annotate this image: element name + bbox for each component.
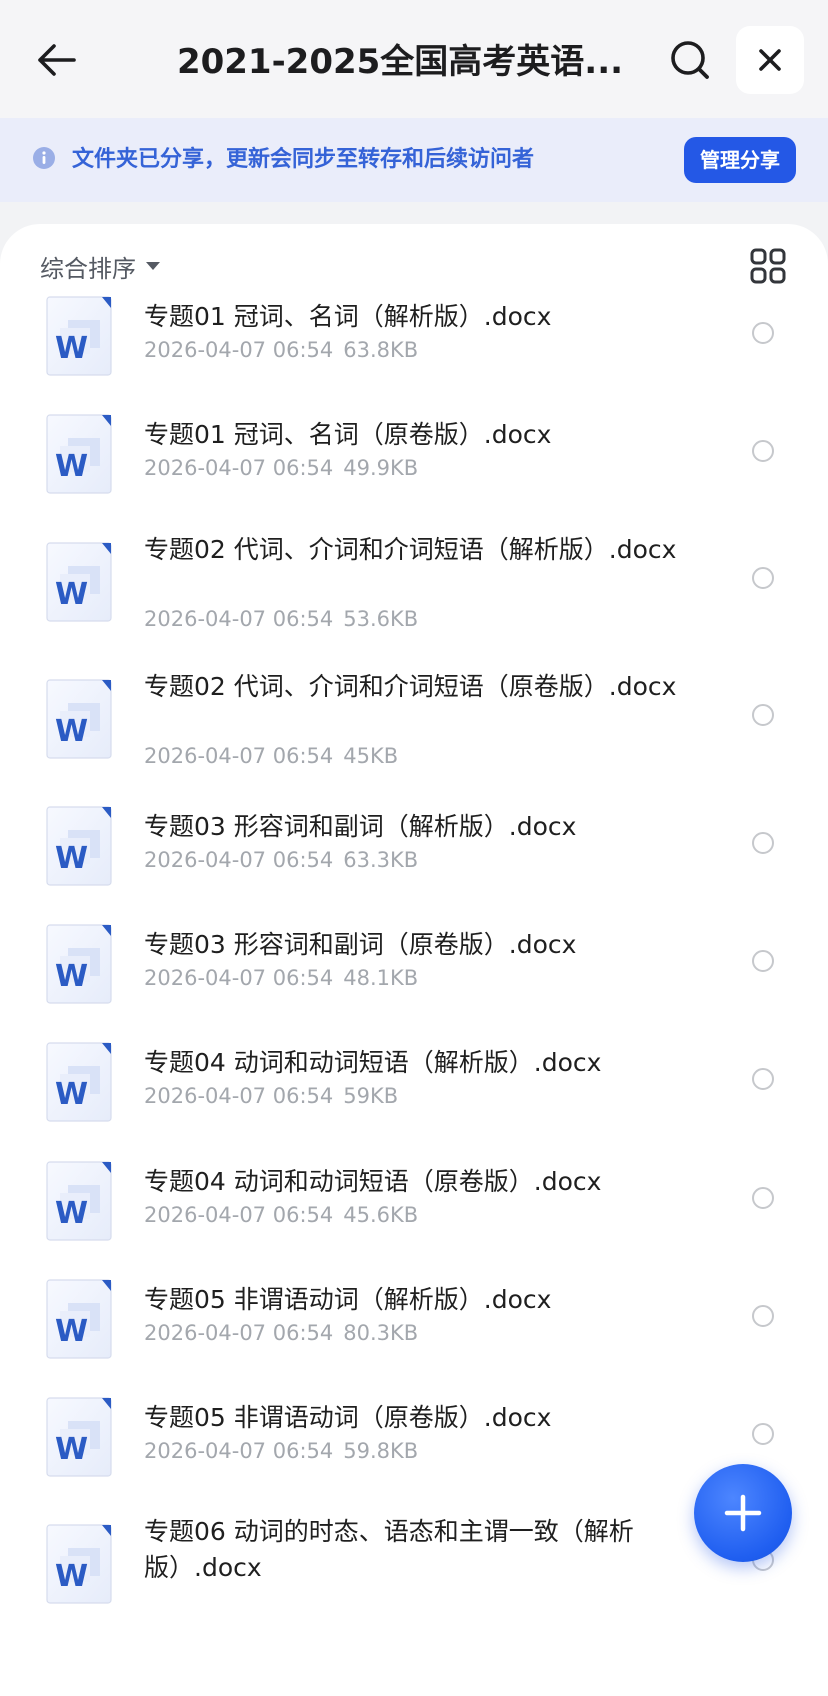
file-date: 2026-04-07 06:54	[144, 456, 334, 480]
select-checkbox[interactable]	[752, 322, 774, 344]
svg-text:W: W	[55, 1077, 88, 1112]
search-button[interactable]	[664, 34, 716, 86]
file-meta: 2026-04-07 06:54 63.8KB	[144, 335, 418, 365]
word-document-icon: W	[46, 1042, 112, 1122]
word-document-icon: W	[46, 1397, 112, 1477]
file-meta: 2026-04-07 06:54 80.3KB	[144, 1318, 418, 1348]
file-size: 45KB	[343, 744, 399, 768]
select-checkbox[interactable]	[752, 567, 774, 589]
word-document-icon: W	[46, 296, 112, 376]
file-name: 专题04 动词和动词短语（解析版）.docx	[144, 1048, 602, 1077]
file-name: 专题05 非谓语动词（原卷版）.docx	[144, 1403, 552, 1432]
file-meta: 2026-04-07 06:54 53.6KB	[144, 604, 418, 634]
select-checkbox[interactable]	[752, 1068, 774, 1090]
word-document-icon: W	[46, 806, 112, 886]
file-size: 63.8KB	[343, 338, 419, 362]
file-meta: 2026-04-07 06:54 49.9KB	[144, 453, 418, 483]
file-list-panel: 综合排序 W 专题01 冠词、名词（解析版）.docx 2026-04-07 06:…	[0, 224, 828, 1696]
file-name: 专题01 冠词、名词（原卷版）.docx	[144, 420, 552, 449]
file-size: 59.8KB	[343, 1439, 419, 1463]
back-button[interactable]	[28, 36, 84, 84]
file-size: 59KB	[343, 1084, 399, 1108]
file-name: 专题06 动词的时态、语态和主谓一致（解析版）.docx	[144, 1517, 634, 1582]
add-button[interactable]	[694, 1464, 792, 1562]
file-date: 2026-04-07 06:54	[144, 1203, 334, 1227]
sort-label: 综合排序	[40, 254, 136, 283]
svg-text:W: W	[55, 841, 88, 876]
svg-text:W: W	[55, 331, 88, 366]
select-checkbox[interactable]	[752, 704, 774, 726]
share-notice-text: 文件夹已分享，更新会同步至转存和后续访问者	[72, 147, 535, 172]
file-date: 2026-04-07 06:54	[144, 966, 334, 990]
file-name: 专题03 形容词和副词（原卷版）.docx	[144, 930, 577, 959]
svg-text:W: W	[55, 1559, 88, 1594]
file-size: 48.1KB	[343, 966, 419, 990]
file-meta: 2026-04-07 06:54 59.8KB	[144, 1436, 418, 1466]
word-document-icon: W	[46, 1524, 112, 1604]
file-name: 专题01 冠词、名词（解析版）.docx	[144, 302, 552, 331]
file-date: 2026-04-07 06:54	[144, 607, 334, 631]
svg-text:W: W	[55, 959, 88, 994]
file-name: 专题02 代词、介词和介词短语（解析版）.docx	[144, 535, 677, 564]
word-document-icon: W	[46, 542, 112, 622]
svg-text:W: W	[55, 449, 88, 484]
close-button[interactable]	[736, 26, 804, 94]
svg-text:W: W	[55, 1432, 88, 1467]
file-meta	[144, 1586, 154, 1616]
arrow-left-icon	[38, 44, 76, 76]
file-size: 45.6KB	[343, 1203, 419, 1227]
file-name: 专题02 代词、介词和介词短语（原卷版）.docx	[144, 672, 677, 701]
sort-dropdown[interactable]: 综合排序	[40, 246, 160, 286]
word-document-icon: W	[46, 414, 112, 494]
select-checkbox[interactable]	[752, 440, 774, 462]
select-checkbox[interactable]	[752, 950, 774, 972]
file-date: 2026-04-07 06:54	[144, 848, 334, 872]
page-title: 2021-2025全国高考英语...	[176, 42, 624, 82]
grid-view-icon[interactable]	[748, 246, 788, 286]
file-meta: 2026-04-07 06:54 59KB	[144, 1081, 398, 1111]
file-date: 2026-04-07 06:54	[144, 338, 334, 362]
word-document-icon: W	[46, 679, 112, 759]
word-document-icon: W	[46, 924, 112, 1004]
select-checkbox[interactable]	[752, 1305, 774, 1327]
file-size: 53.6KB	[343, 607, 419, 631]
file-meta: 2026-04-07 06:54 45.6KB	[144, 1200, 418, 1230]
file-name: 专题03 形容词和副词（解析版）.docx	[144, 812, 577, 841]
file-meta: 2026-04-07 06:54 63.3KB	[144, 845, 418, 875]
select-checkbox[interactable]	[752, 1187, 774, 1209]
select-checkbox[interactable]	[752, 1423, 774, 1445]
search-icon	[671, 41, 709, 79]
caret-down-icon	[146, 262, 160, 270]
word-document-icon: W	[46, 1279, 112, 1359]
file-meta: 2026-04-07 06:54 48.1KB	[144, 963, 418, 993]
info-icon	[33, 147, 55, 169]
file-name: 专题04 动词和动词短语（原卷版）.docx	[144, 1167, 602, 1196]
manage-share-button[interactable]: 管理分享	[684, 137, 796, 183]
plus-icon	[724, 1494, 762, 1532]
file-size: 63.3KB	[343, 848, 419, 872]
file-date: 2026-04-07 06:54	[144, 1084, 334, 1108]
close-icon	[759, 49, 781, 71]
word-document-icon: W	[46, 1161, 112, 1241]
share-notice-banner: 文件夹已分享，更新会同步至转存和后续访问者 管理分享	[0, 118, 828, 202]
svg-text:W: W	[55, 1196, 88, 1231]
svg-text:W: W	[55, 714, 88, 749]
file-date: 2026-04-07 06:54	[144, 744, 334, 768]
file-date: 2026-04-07 06:54	[144, 1439, 334, 1463]
top-bar: 2021-2025全国高考英语...	[0, 0, 828, 118]
svg-text:W: W	[55, 1314, 88, 1349]
file-name: 专题05 非谓语动词（解析版）.docx	[144, 1285, 552, 1314]
file-meta: 2026-04-07 06:54 45KB	[144, 741, 398, 771]
file-size: 80.3KB	[343, 1321, 419, 1345]
svg-text:W: W	[55, 577, 88, 612]
file-date: 2026-04-07 06:54	[144, 1321, 334, 1345]
select-checkbox[interactable]	[752, 832, 774, 854]
file-size: 49.9KB	[343, 456, 419, 480]
